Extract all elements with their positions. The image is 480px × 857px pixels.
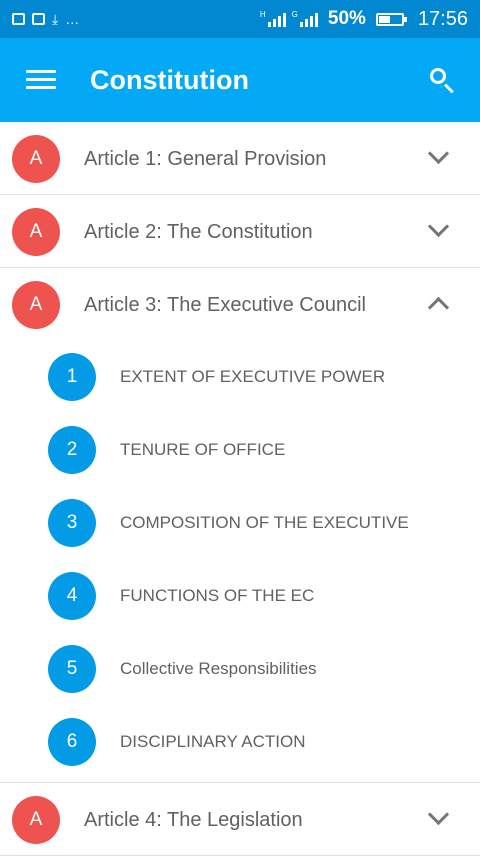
section-title: EXTENT OF EXECUTIVE POWER xyxy=(120,367,386,386)
section-title: FUNCTIONS OF THE EC xyxy=(120,586,315,605)
section-title: DISCIPLINARY ACTION xyxy=(120,732,306,751)
section-title: Collective Responsibilities xyxy=(120,659,317,678)
article-badge: A xyxy=(12,208,60,256)
signal-1-icon: H xyxy=(260,11,286,27)
article-row-4[interactable]: A Article 4: The Legislation xyxy=(0,783,480,856)
article-3-sections: 1 EXTENT OF EXECUTIVE POWER 2 TENURE OF … xyxy=(0,340,480,783)
section-item-4[interactable]: 4 FUNCTIONS OF THE EC xyxy=(0,559,480,632)
chevron-up-icon[interactable] xyxy=(427,296,450,319)
section-number-badge: 5 xyxy=(48,645,96,693)
chevron-down-icon[interactable] xyxy=(427,215,450,238)
signal-2-icon: G xyxy=(292,11,318,27)
article-title: Article 2: The Constitution xyxy=(84,221,313,243)
signal-2-tag: G xyxy=(291,10,298,19)
battery-icon xyxy=(375,12,407,26)
image-notification-icon xyxy=(12,13,25,25)
article-badge: A xyxy=(12,796,60,844)
section-title: TENURE OF OFFICE xyxy=(120,440,286,459)
article-title: Article 4: The Legislation xyxy=(84,809,303,831)
message-notification-icon xyxy=(32,13,45,25)
article-badge: A xyxy=(12,135,60,183)
section-item-3[interactable]: 3 COMPOSITION OF THE EXECUTIVE xyxy=(0,486,480,559)
download-notification-icon: ⤓ xyxy=(52,10,59,27)
article-row-1[interactable]: A Article 1: General Provision xyxy=(0,122,480,195)
notification-icons: ⤓ … xyxy=(12,0,80,38)
section-item-5[interactable]: 5 Collective Responsibilities xyxy=(0,632,480,705)
section-number-badge: 2 xyxy=(48,426,96,474)
chevron-down-icon[interactable] xyxy=(427,142,450,165)
chevron-down-icon[interactable] xyxy=(427,803,450,826)
more-notifications-icon: … xyxy=(65,11,81,27)
section-number-badge: 1 xyxy=(48,353,96,401)
section-item-1[interactable]: 1 EXTENT OF EXECUTIVE POWER xyxy=(0,340,480,413)
article-title: Article 3: The Executive Council xyxy=(84,294,366,316)
section-item-6[interactable]: 6 DISCIPLINARY ACTION xyxy=(0,705,480,778)
hamburger-menu-icon[interactable] xyxy=(26,68,56,92)
section-item-2[interactable]: 2 TENURE OF OFFICE xyxy=(0,413,480,486)
battery-percent: 50% xyxy=(327,8,366,29)
article-badge: A xyxy=(12,281,60,329)
article-row-3[interactable]: A Article 3: The Executive Council xyxy=(0,268,480,340)
signal-1-tag: H xyxy=(259,10,266,19)
clock: 17:56 xyxy=(417,7,468,30)
search-icon[interactable] xyxy=(428,66,458,96)
article-row-2[interactable]: A Article 2: The Constitution xyxy=(0,195,480,268)
article-list: A Article 1: General Provision A Article… xyxy=(0,122,480,856)
section-number-badge: 3 xyxy=(48,499,96,547)
article-title: Article 1: General Provision xyxy=(84,148,327,170)
section-number-badge: 6 xyxy=(48,718,96,766)
status-bar: ⤓ … H G 50% 17:56 xyxy=(0,0,480,38)
app-bar: Constitution xyxy=(0,38,480,122)
section-number-badge: 4 xyxy=(48,572,96,620)
page-title: Constitution xyxy=(90,65,249,95)
section-title: COMPOSITION OF THE EXECUTIVE xyxy=(120,513,409,532)
